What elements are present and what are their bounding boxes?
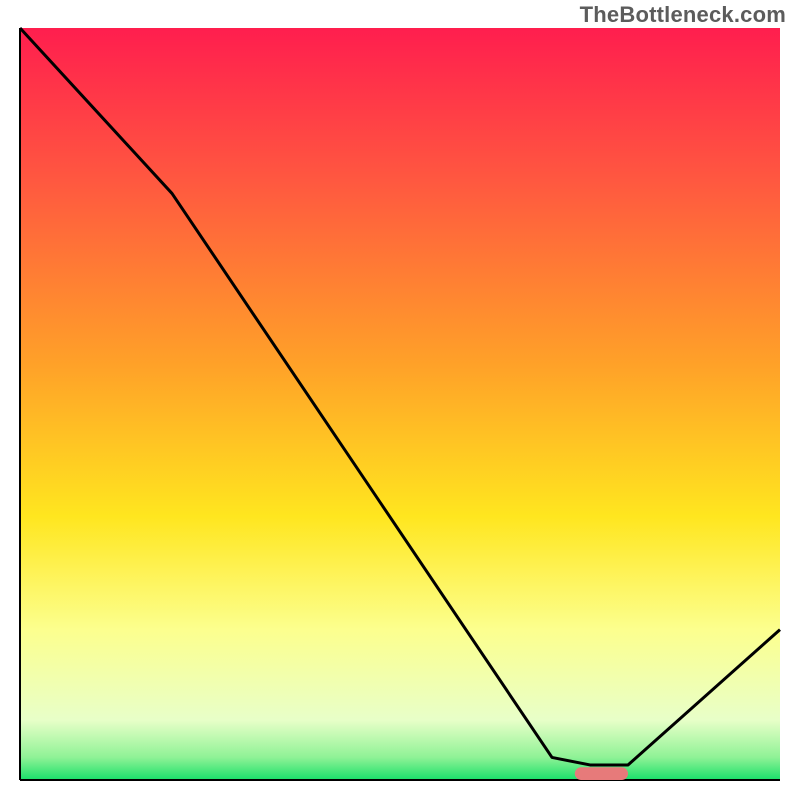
gradient-background xyxy=(20,28,780,780)
chart-container: TheBottleneck.com xyxy=(0,0,800,800)
bottleneck-chart xyxy=(0,0,800,800)
watermark-text: TheBottleneck.com xyxy=(580,2,786,28)
optimal-marker xyxy=(575,767,628,780)
